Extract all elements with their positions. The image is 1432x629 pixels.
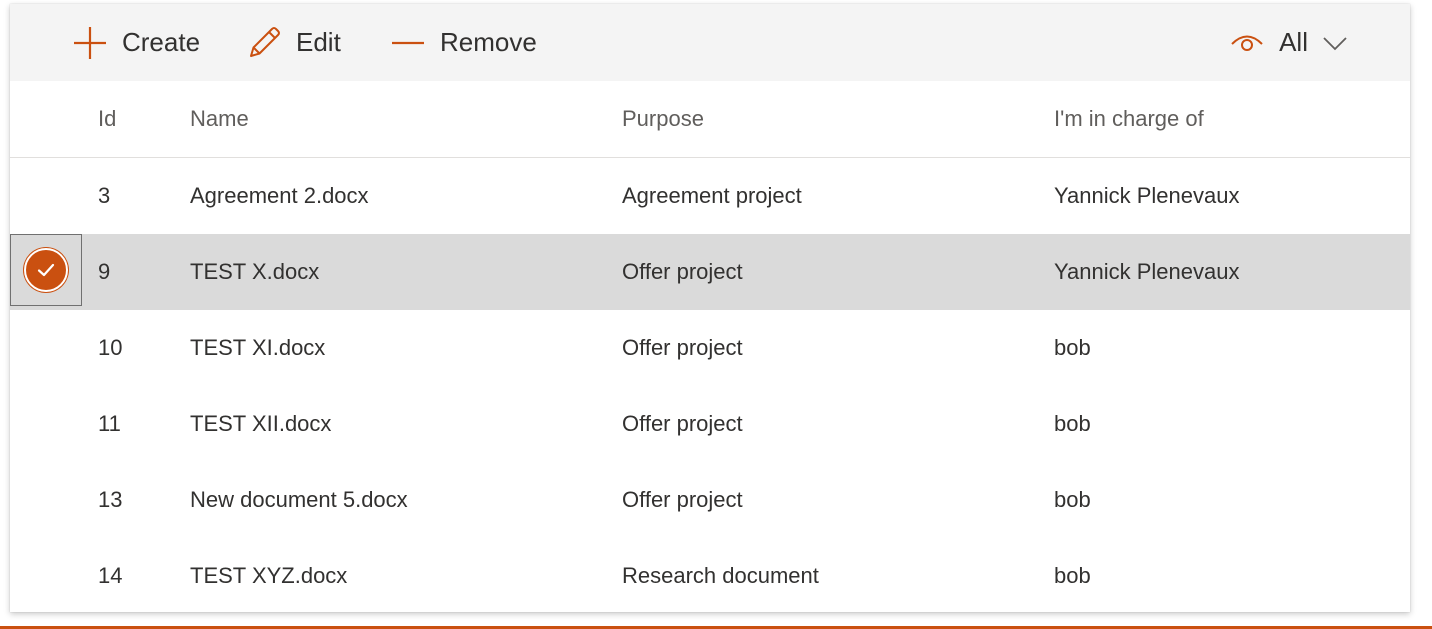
row-purpose: Agreement project <box>622 183 802 208</box>
row-select-checkbox[interactable] <box>10 538 80 608</box>
row-id: 13 <box>98 487 123 512</box>
row-select-checkbox[interactable] <box>10 386 80 456</box>
row-id: 14 <box>98 563 123 588</box>
row-purpose: Research document <box>622 563 819 588</box>
table-header: Id Name Purpose I'm in charge of <box>10 81 1410 158</box>
create-button[interactable]: Create <box>72 4 200 81</box>
row-select-checkbox[interactable] <box>10 462 80 532</box>
column-header-purpose[interactable]: Purpose <box>622 81 704 157</box>
row-owner: bob <box>1054 335 1091 360</box>
row-id: 9 <box>98 259 111 284</box>
create-button-label: Create <box>122 27 201 57</box>
row-owner: bob <box>1054 563 1091 588</box>
table-row[interactable]: 14 TEST XYZ.docx Research document bob <box>10 538 1410 612</box>
column-header-in-charge[interactable]: I'm in charge of <box>1054 81 1204 157</box>
column-header-id[interactable]: Id <box>98 81 116 157</box>
row-id: 10 <box>98 335 123 360</box>
remove-button-label: Remove <box>440 27 537 57</box>
row-name: TEST XII.docx <box>190 411 332 436</box>
row-id: 11 <box>98 411 121 436</box>
command-bar: Create Edit Remove All <box>10 4 1410 81</box>
table-row[interactable]: 3 Agreement 2.docx Agreement project Yan… <box>10 158 1410 234</box>
list-panel: Create Edit Remove All Id Name Purpose I… <box>10 4 1410 612</box>
row-name: Agreement 2.docx <box>190 183 369 208</box>
row-name: New document 5.docx <box>190 487 408 512</box>
row-owner: Yannick Plenevaux <box>1054 259 1240 284</box>
row-name: TEST XYZ.docx <box>190 563 348 588</box>
table-row-selected[interactable]: 9 TEST X.docx Offer project Yannick Plen… <box>10 234 1410 310</box>
row-select-checkbox[interactable] <box>10 158 80 228</box>
checkmark-icon <box>24 248 68 292</box>
edit-button[interactable]: Edit <box>246 4 341 81</box>
chevron-down-icon <box>1322 30 1348 56</box>
row-select-checkbox[interactable] <box>10 234 82 306</box>
remove-button[interactable]: Remove <box>390 4 537 81</box>
edit-button-label: Edit <box>296 27 341 57</box>
row-id: 3 <box>98 183 111 208</box>
minus-icon <box>390 25 426 61</box>
table-row[interactable]: 13 New document 5.docx Offer project bob <box>10 462 1410 538</box>
row-owner: bob <box>1054 411 1091 436</box>
column-header-name[interactable]: Name <box>190 81 249 157</box>
view-filter-label: All <box>1279 27 1308 57</box>
row-purpose: Offer project <box>622 259 743 284</box>
row-select-checkbox[interactable] <box>10 310 80 380</box>
row-name: TEST XI.docx <box>190 335 326 360</box>
plus-icon <box>72 25 108 61</box>
pencil-icon <box>246 25 282 61</box>
view-filter-dropdown[interactable]: All <box>1229 4 1348 81</box>
row-name: TEST X.docx <box>190 259 320 284</box>
row-owner: Yannick Plenevaux <box>1054 183 1240 208</box>
table-row[interactable]: 11 TEST XII.docx Offer project bob <box>10 386 1410 462</box>
eye-icon <box>1229 25 1265 61</box>
row-purpose: Offer project <box>622 335 743 360</box>
row-purpose: Offer project <box>622 411 743 436</box>
row-purpose: Offer project <box>622 487 743 512</box>
row-owner: bob <box>1054 487 1091 512</box>
table-row[interactable]: 10 TEST XI.docx Offer project bob <box>10 310 1410 386</box>
